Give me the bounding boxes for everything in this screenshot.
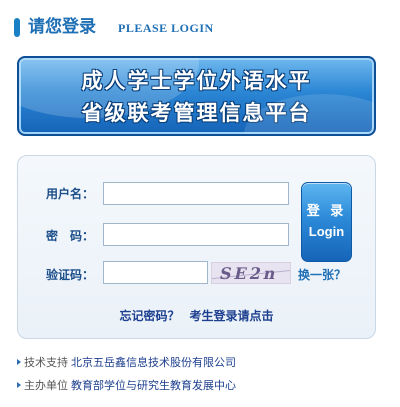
page-title: 请您登录	[28, 17, 96, 37]
header-accent-bar	[14, 18, 20, 37]
student-login-link[interactable]: 考生登录请点击	[190, 309, 274, 323]
captcha-text: SE2n	[217, 264, 281, 283]
help-links: 忘记密码？ 考生登录请点击	[18, 308, 375, 324]
password-input[interactable]	[103, 223, 289, 246]
captcha-image[interactable]: SE2n	[211, 262, 291, 284]
username-input[interactable]	[103, 182, 289, 205]
password-label: 密 码：	[46, 229, 95, 243]
login-header: 请您登录 PLEASE LOGIN	[14, 16, 394, 38]
host-value: 教育部学位与研究生教育发展中心	[71, 379, 236, 392]
banner-line-2: 省级联考管理信息平台	[81, 101, 312, 125]
change-captcha-link[interactable]: 换一张？	[298, 267, 346, 283]
support-label: 技术支持	[24, 356, 68, 369]
footer-host: 主办单位 教育部学位与研究生教育发展中心	[17, 379, 236, 393]
captcha-label: 验证码：	[46, 268, 95, 282]
arrow-right-icon	[17, 382, 21, 388]
banner-line-1: 成人学士学位外语水平	[81, 69, 312, 93]
forgot-password-link[interactable]: 忘记密码？	[119, 309, 179, 323]
login-button[interactable]: 登 录 Login	[301, 182, 352, 262]
login-button-label-cn: 登 录	[306, 204, 347, 219]
host-label: 主办单位	[24, 379, 68, 392]
page-subtitle: PLEASE LOGIN	[118, 21, 214, 35]
platform-banner: 成人学士学位外语水平 省级联考管理信息平台	[17, 56, 376, 136]
login-panel: 用户名： 密 码： 验证码： SE2n 换一张？ 登 录 Login 忘记密码？…	[17, 155, 376, 339]
arrow-right-icon	[17, 359, 21, 365]
footer-support: 技术支持 北京五岳鑫信息技术股份有限公司	[17, 356, 236, 370]
captcha-input[interactable]	[103, 261, 208, 284]
support-value: 北京五岳鑫信息技术股份有限公司	[71, 356, 236, 369]
username-label: 用户名：	[46, 187, 95, 201]
login-button-label-en: Login	[308, 224, 345, 239]
